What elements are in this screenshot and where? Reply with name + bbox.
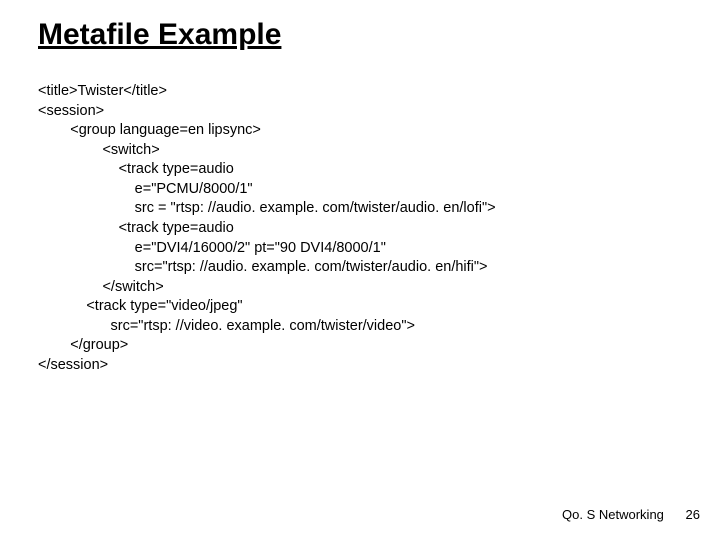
code-line: e="PCMU/8000/1"	[38, 181, 253, 197]
code-line: <group language=en lipsync>	[38, 122, 261, 138]
code-example: <title>Twister</title> <session> <group …	[0, 52, 720, 375]
code-line: </group>	[38, 337, 128, 353]
code-line: <session>	[38, 103, 104, 119]
footer-label: Qo. S Networking	[562, 507, 664, 522]
code-line: </switch>	[38, 279, 164, 295]
code-line: <track type="video/jpeg"	[38, 298, 243, 314]
slide-footer: Qo. S Networking 26	[562, 507, 700, 522]
footer-page-number: 26	[686, 507, 700, 522]
code-line: <title>Twister</title>	[38, 83, 167, 99]
slide-title: Metafile Example	[0, 0, 720, 52]
code-line: src="rtsp: //audio. example. com/twister…	[38, 259, 488, 275]
code-line: </session>	[38, 357, 108, 373]
code-line: <switch>	[38, 142, 160, 158]
code-line: src="rtsp: //video. example. com/twister…	[38, 318, 415, 334]
code-line: src = "rtsp: //audio. example. com/twist…	[38, 200, 496, 216]
code-line: <track type=audio	[38, 161, 234, 177]
code-line: e="DVI4/16000/2" pt="90 DVI4/8000/1"	[38, 240, 386, 256]
code-line: <track type=audio	[38, 220, 234, 236]
